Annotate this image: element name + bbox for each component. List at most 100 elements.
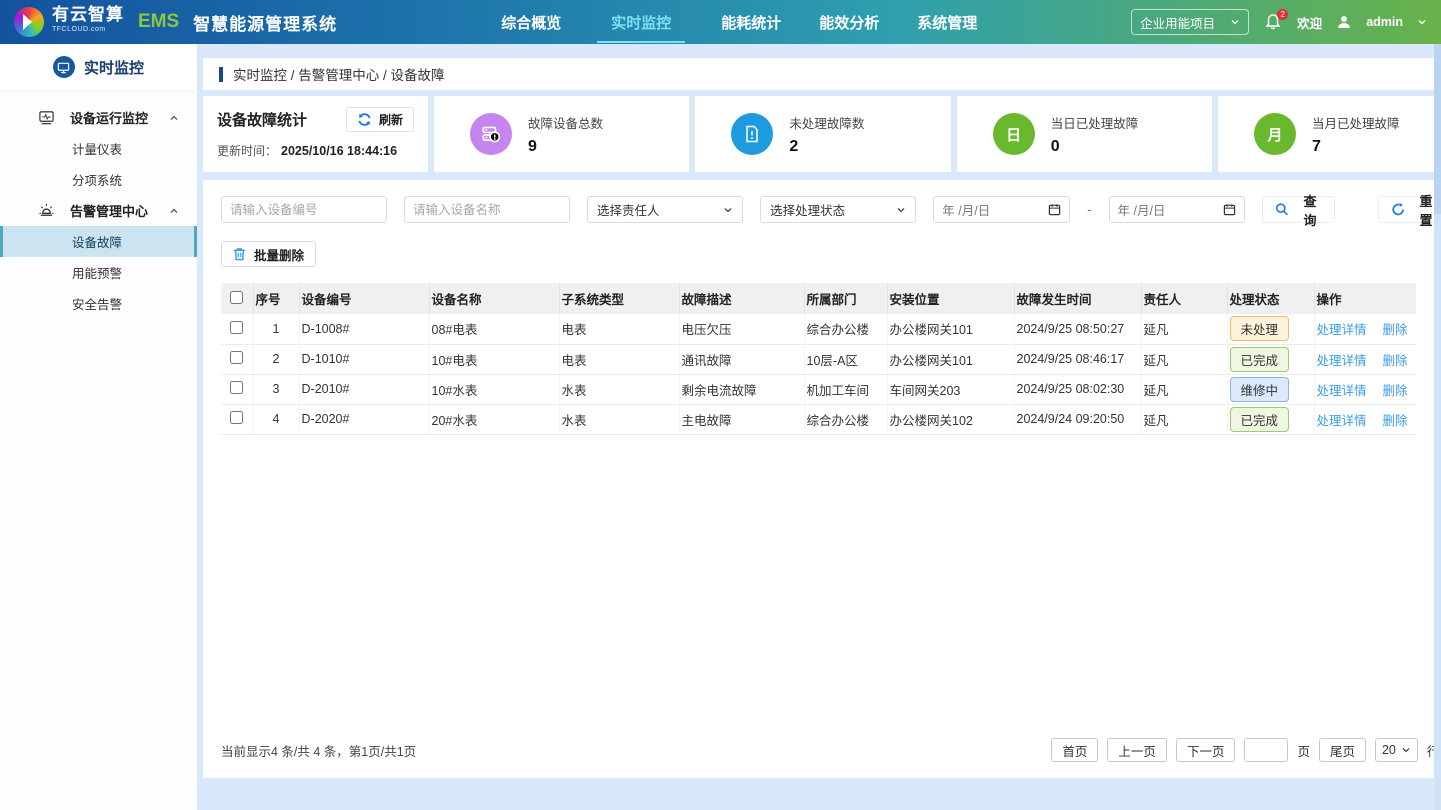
stat-label: 当日已处理故障 [1051, 113, 1139, 132]
nav-energy-stats[interactable]: 能耗统计 [719, 2, 783, 43]
table-row: 3 D-2010# 10#水表 水表 剩余电流故障 机加工车间 车间网关203 … [221, 374, 1416, 404]
pagination-summary: 当前显示4 条/共 4 条，第1页/共1页 [221, 741, 416, 760]
delete-link[interactable]: 删除 [1383, 354, 1408, 368]
fault-table-panel: 选择责任人 选择处理状态 年 /月/日 - 年 /月/日 [203, 180, 1441, 778]
sidebar: 实时监控 设备运行监控 计量仪表 分项系统 告警管理中心 设备故障 用能预警 安… [0, 44, 197, 810]
notification-count-badge: 2 [1277, 9, 1288, 20]
status-badge: 已完成 [1230, 347, 1290, 372]
cell-device-code: D-1010# [299, 344, 429, 374]
device-name-input[interactable] [404, 196, 570, 223]
document-alert-icon [731, 113, 773, 155]
menu-group-device-monitor[interactable]: 设备运行监控 [0, 102, 197, 133]
cell-owner: 延凡 [1141, 314, 1227, 344]
cell-owner: 延凡 [1141, 374, 1227, 404]
detail-link[interactable]: 处理详情 [1317, 354, 1367, 368]
page-number-input[interactable] [1244, 738, 1288, 762]
refresh-button[interactable]: 刷新 [346, 107, 414, 132]
update-time-label: 更新时间： [217, 144, 277, 158]
detail-link[interactable]: 处理详情 [1317, 384, 1367, 398]
sidebar-item-safety-alarm[interactable]: 安全告警 [0, 288, 197, 319]
page-size-value: 20 [1382, 743, 1396, 757]
cell-location: 办公楼网关101 [887, 344, 1014, 374]
batch-delete-button[interactable]: 批量删除 [221, 241, 316, 267]
date-range-separator: - [1087, 202, 1091, 217]
row-checkbox[interactable] [230, 351, 243, 364]
device-code-input[interactable] [221, 196, 387, 223]
nav-system-manage[interactable]: 系统管理 [915, 2, 979, 43]
table-row: 1 D-1008# 08#电表 电表 电压欠压 综合办公楼 办公楼网关101 2… [221, 314, 1416, 344]
status-badge: 维修中 [1230, 377, 1290, 402]
sidebar-item-sub-systems[interactable]: 分项系统 [0, 164, 197, 195]
cell-location: 车间网关203 [887, 374, 1014, 404]
stat-value: 7 [1312, 138, 1400, 156]
sidebar-title: 实时监控 [84, 57, 144, 78]
brand-area: 有云智算TFCLOUD.com EMS 智慧能源管理系统 [14, 7, 337, 37]
month-icon: 月 [1254, 113, 1296, 155]
logo-subtext: TFCLOUD.com [52, 22, 124, 37]
stat-card-total-faults: 故障设备总数 9 [434, 96, 689, 172]
row-checkbox[interactable] [230, 381, 243, 394]
row-checkbox[interactable] [230, 411, 243, 424]
chevron-up-icon [169, 113, 179, 123]
prev-page-button[interactable]: 上一页 [1107, 738, 1167, 762]
sidebar-item-energy-warning[interactable]: 用能预警 [0, 257, 197, 288]
notification-bell-icon[interactable]: 2 [1263, 12, 1283, 32]
menu-group-alarm-center[interactable]: 告警管理中心 [0, 195, 197, 226]
stat-value: 2 [789, 138, 864, 156]
stat-label: 故障设备总数 [528, 113, 603, 132]
cell-device-code: D-1008# [299, 314, 429, 344]
page-size-select[interactable]: 20 [1375, 738, 1418, 762]
first-page-button[interactable]: 首页 [1051, 738, 1098, 762]
last-page-button[interactable]: 尾页 [1319, 738, 1366, 762]
col-header-owner: 责任人 [1141, 283, 1227, 314]
scrollbar-thumb[interactable] [1434, 44, 1441, 214]
row-checkbox[interactable] [230, 321, 243, 334]
status-select[interactable]: 选择处理状态 [760, 196, 916, 223]
next-page-button[interactable]: 下一页 [1176, 738, 1236, 762]
nav-overview[interactable]: 综合概览 [499, 2, 563, 43]
cell-device-code: D-2010# [299, 374, 429, 404]
cell-fault-time: 2024/9/25 08:46:17 [1014, 344, 1141, 374]
col-header-device-code: 设备编号 [299, 283, 429, 314]
refresh-icon [357, 112, 372, 127]
delete-link[interactable]: 删除 [1383, 414, 1408, 428]
detail-link[interactable]: 处理详情 [1317, 323, 1367, 337]
page-title: 智慧能源管理系统 [193, 10, 337, 35]
delete-link[interactable]: 删除 [1383, 323, 1408, 337]
sidebar-item-meter-instruments[interactable]: 计量仪表 [0, 133, 197, 164]
nav-efficiency-analysis[interactable]: 能效分析 [817, 2, 881, 43]
search-button[interactable]: 查询 [1262, 196, 1335, 223]
user-area: 企业用能项目 2 欢迎 admin [1131, 9, 1427, 35]
stat-card-unhandled-faults: 未处理故障数 2 [695, 96, 950, 172]
cell-device-name: 20#水表 [429, 404, 559, 434]
scrollbar[interactable] [1434, 44, 1441, 810]
sidebar-menu: 设备运行监控 计量仪表 分项系统 告警管理中心 设备故障 用能预警 安全告警 [0, 90, 197, 319]
nav-realtime-monitor[interactable]: 实时监控 [597, 2, 685, 43]
col-header-device-name: 设备名称 [429, 283, 559, 314]
status-badge: 未处理 [1230, 316, 1290, 341]
reset-button[interactable]: 重置 [1378, 196, 1441, 223]
col-header-actions: 操作 [1314, 283, 1416, 314]
user-icon [1336, 14, 1352, 30]
end-date-input[interactable]: 年 /月/日 [1109, 196, 1246, 223]
sidebar-item-device-fault[interactable]: 设备故障 [0, 226, 197, 257]
stat-value: 0 [1051, 138, 1139, 156]
detail-link[interactable]: 处理详情 [1317, 414, 1367, 428]
col-header-status: 处理状态 [1227, 283, 1314, 314]
reset-icon [1391, 202, 1405, 217]
monitor-icon [38, 109, 55, 126]
start-date-input[interactable]: 年 /月/日 [933, 196, 1070, 223]
delete-link[interactable]: 删除 [1383, 384, 1408, 398]
project-select[interactable]: 企业用能项目 [1131, 9, 1249, 35]
cell-no: 1 [253, 314, 299, 344]
realtime-monitor-icon [53, 56, 75, 78]
owner-select[interactable]: 选择责任人 [587, 196, 743, 223]
sidebar-header: 实时监控 [0, 44, 197, 90]
select-all-checkbox[interactable] [230, 291, 243, 304]
fault-table: 序号 设备编号 设备名称 子系统类型 故障描述 所属部门 安装位置 故障发生时间… [221, 283, 1416, 435]
col-header-location: 安装位置 [887, 283, 1014, 314]
user-menu-chevron-down-icon[interactable] [1417, 17, 1427, 27]
logo-text: 有云智算TFCLOUD.com [52, 7, 124, 37]
brand-ems: EMS [138, 11, 179, 33]
cell-device-name: 10#水表 [429, 374, 559, 404]
